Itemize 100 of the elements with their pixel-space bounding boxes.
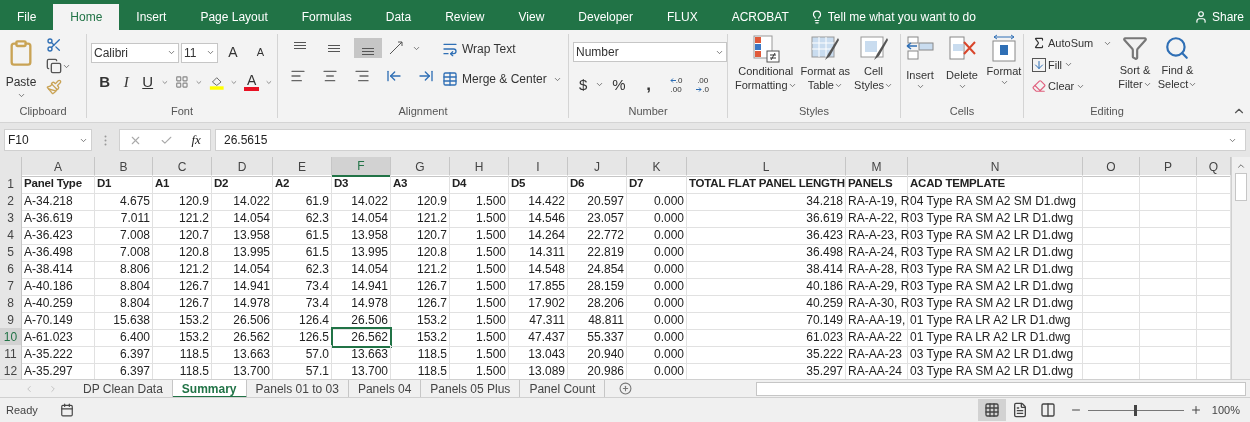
menu-tab[interactable]: Home <box>53 4 120 30</box>
autosum-button[interactable]: AutoSum <box>1032 35 1094 52</box>
eraser-icon <box>1032 79 1046 94</box>
column-header[interactable]: I <box>509 157 568 177</box>
dropdown-caret-icon[interactable] <box>999 78 1009 87</box>
find-select-button[interactable]: Find & Select <box>1157 35 1198 106</box>
underline-button[interactable]: U <box>139 71 156 94</box>
cut-icon[interactable] <box>46 37 62 53</box>
dropdown-caret-icon[interactable] <box>206 48 216 57</box>
page-layout-view-icon <box>1011 402 1028 418</box>
percent-button[interactable]: % <box>612 73 626 96</box>
menu-tab[interactable]: FLUX <box>650 4 715 30</box>
comma-style-button[interactable]: , <box>641 72 656 98</box>
font-size-field[interactable]: 11 <box>181 42 219 63</box>
decrease-decimal-button[interactable]: .00 .0 <box>696 75 710 94</box>
style-button[interactable]: Cell Styles <box>853 34 895 106</box>
name-box[interactable]: F10 <box>4 129 92 151</box>
vertical-scrollbar[interactable] <box>1231 157 1250 379</box>
menu-tab[interactable]: Insert <box>119 4 184 30</box>
vertical-dots-icon[interactable] <box>104 134 107 146</box>
borders-icon[interactable] <box>175 74 189 91</box>
font-name-field[interactable]: Calibri <box>91 42 179 63</box>
table-cell: 03 Type RA SM A2 LR D1.dwg <box>908 209 1083 228</box>
merge-center-button[interactable]: Merge & Center <box>442 70 547 88</box>
column-header[interactable]: A <box>22 157 95 177</box>
view-button[interactable] <box>977 399 1006 421</box>
fill-button[interactable]: Fill <box>1032 56 1113 73</box>
column-header[interactable]: L <box>687 157 846 177</box>
scroll-up-icon[interactable] <box>1236 161 1246 171</box>
paste-button[interactable]: Paste <box>4 34 38 106</box>
table-cell: 14.941 <box>332 277 391 296</box>
column-header[interactable]: B <box>95 157 153 177</box>
column-header[interactable]: D <box>212 157 273 177</box>
align-right-icon[interactable] <box>354 68 370 84</box>
orientation-icon[interactable] <box>388 40 406 56</box>
column-header[interactable]: N <box>908 157 1083 177</box>
formula-field[interactable]: 26.5615 <box>215 129 1246 151</box>
align-center-icon[interactable] <box>322 68 338 84</box>
share-button[interactable]: Share <box>1211 8 1244 26</box>
table-cell: 04 Type RA SM A2 SM D1.dwg <box>908 192 1083 211</box>
align-left-icon[interactable] <box>290 68 306 84</box>
bold-button[interactable]: B <box>97 71 113 94</box>
add-sheet-icon[interactable] <box>619 382 633 395</box>
cells-button[interactable]: Format <box>985 34 1023 106</box>
number-format-field[interactable]: Number <box>573 42 727 62</box>
column-header[interactable]: H <box>450 157 509 177</box>
menu-tab[interactable]: Formulas <box>284 4 369 30</box>
style-button[interactable]: Format as Table <box>799 34 852 106</box>
clear-button[interactable]: Clear <box>1032 78 1113 95</box>
cells-button[interactable]: Delete <box>943 34 981 106</box>
column-header[interactable]: J <box>568 157 627 177</box>
menu-tab[interactable]: Page Layout <box>183 4 285 30</box>
font-color-button[interactable]: A <box>243 73 260 92</box>
menu-tab[interactable]: Data <box>368 4 429 30</box>
menu-tab[interactable]: Developer <box>561 4 650 30</box>
column-header[interactable]: P <box>1140 157 1197 177</box>
decrease-indent-icon[interactable] <box>386 68 402 84</box>
table-cell: 03 Type RA SM A2 LR D1.dwg <box>908 243 1083 262</box>
zoom-slider-thumb[interactable] <box>1134 404 1138 416</box>
column-header[interactable]: M <box>846 157 908 177</box>
increase-decimal-button[interactable]: .0 .00 <box>669 75 683 94</box>
dropdown-caret-icon[interactable] <box>957 82 967 91</box>
table-cell: 126.7 <box>153 294 212 313</box>
sort-filter-button[interactable]: Sort & Filter <box>1118 35 1152 106</box>
menu-tab[interactable]: ACROBAT <box>714 4 806 30</box>
insert-function-button[interactable]: fx <box>191 130 201 150</box>
shrink-font-button[interactable]: A <box>247 44 273 61</box>
column-header[interactable]: C <box>153 157 212 177</box>
cells-button[interactable]: Insert <box>901 34 939 106</box>
menu-tab[interactable]: View <box>501 4 562 30</box>
group-title: Number <box>628 106 668 119</box>
grow-font-button[interactable]: A <box>220 42 246 63</box>
vertical-align-button[interactable] <box>354 38 382 58</box>
tell-me-field[interactable]: Tell me what you want to do <box>827 8 976 26</box>
table-cell: 20.940 <box>568 345 627 364</box>
copy-icon[interactable] <box>46 58 62 74</box>
wrap-text-button[interactable]: Wrap Text <box>442 40 562 58</box>
zoom-in-icon[interactable] <box>1189 404 1202 416</box>
currency-button[interactable]: $ <box>579 73 588 96</box>
sheet-tab[interactable]: Summary <box>172 379 247 398</box>
column-header[interactable]: O <box>1083 157 1140 177</box>
format-painter-icon[interactable] <box>46 79 62 95</box>
menu-tab[interactable]: File <box>0 4 54 30</box>
dropdown-caret-icon[interactable] <box>167 48 176 57</box>
italic-button[interactable]: I <box>118 71 134 94</box>
dropdown-caret-icon[interactable] <box>915 82 925 91</box>
horizontal-scrollbar[interactable] <box>756 381 1246 396</box>
increase-indent-icon[interactable] <box>418 68 434 84</box>
menu-tab[interactable]: Review <box>428 4 502 30</box>
column-header[interactable]: F <box>332 157 391 177</box>
macro-record-icon[interactable] <box>59 403 74 417</box>
scroll-thumb[interactable] <box>1235 173 1247 201</box>
style-button[interactable]: Conditional Formatting <box>733 34 798 106</box>
table-cell: 1.500 <box>450 226 509 245</box>
table-cell: 14.546 <box>509 209 568 228</box>
column-header[interactable]: G <box>391 157 450 177</box>
insert-cells-icon <box>905 34 935 62</box>
dropdown-caret-icon[interactable] <box>16 91 26 100</box>
table-cell: 36.423 <box>687 226 846 245</box>
column-header[interactable]: K <box>627 157 687 177</box>
